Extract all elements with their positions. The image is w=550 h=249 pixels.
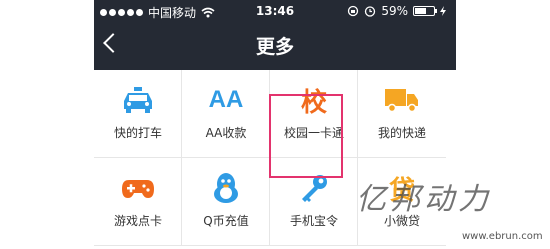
battery-icon (413, 6, 437, 16)
grid-item-label: 手机宝令 (289, 214, 338, 228)
nav-bar: 更多 (94, 24, 456, 70)
watermark-logo: 亿邦动力 (356, 182, 492, 217)
rotation-lock-icon (348, 5, 359, 17)
watermark-url: www.ebrun.com (462, 231, 543, 242)
grid-item-label: 我的快递 (377, 126, 426, 140)
grid-item-taxi[interactable]: 快的打车 (94, 70, 182, 158)
page-title: 更多 (255, 36, 294, 58)
taxi-icon (94, 84, 182, 116)
status-right: 59% (347, 4, 446, 18)
delivery-truck-icon (358, 84, 446, 116)
grid-item-label: 快的打车 (113, 126, 162, 140)
grid-item-aa[interactable]: AA AA收款 (182, 70, 270, 158)
qq-penguin-icon (182, 172, 270, 204)
status-bar: 中国移动 13:46 59% (94, 0, 456, 24)
grid-item-q-coin[interactable]: Q币充值 (182, 158, 270, 246)
grid-item-label: AA收款 (205, 126, 247, 140)
highlight-box (269, 94, 343, 178)
grid-item-label: Q币充值 (203, 214, 249, 228)
battery-percent: 59% (381, 4, 408, 18)
grid-item-game-card[interactable]: 游戏点卡 (94, 158, 182, 246)
aa-icon: AA (208, 86, 244, 113)
battery-fill (415, 8, 426, 14)
charging-icon (440, 6, 446, 16)
gamepad-icon (94, 172, 182, 204)
alarm-icon (365, 6, 376, 17)
top-bar: 中国移动 13:46 59% 更多 (94, 0, 456, 70)
grid-item-label: 游戏点卡 (113, 214, 162, 228)
grid-item-delivery[interactable]: 我的快递 (358, 70, 446, 158)
